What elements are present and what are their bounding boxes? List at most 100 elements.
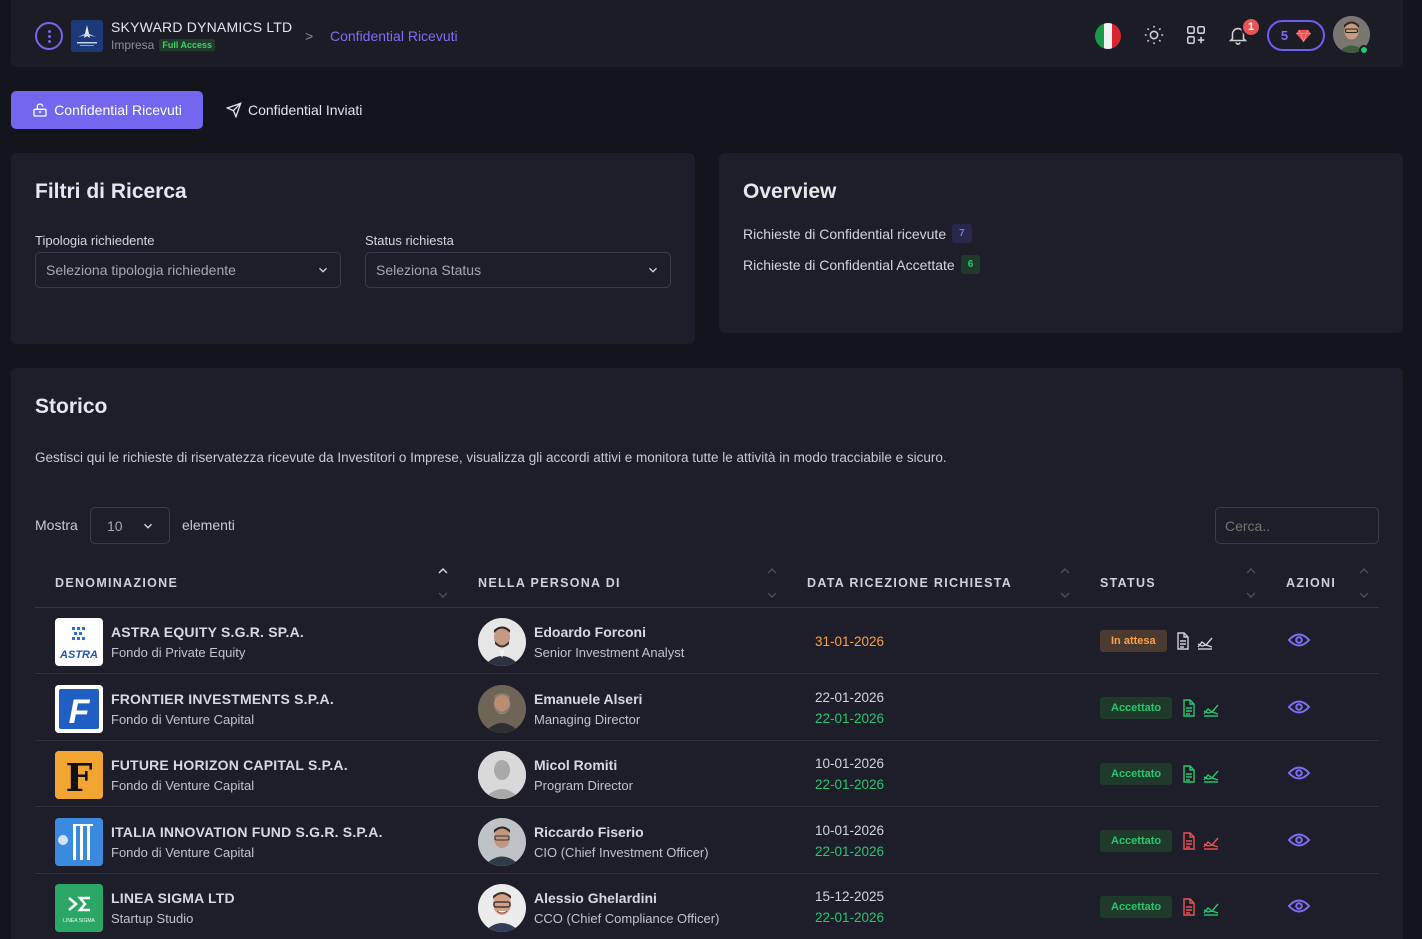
- person-role: Managing Director: [534, 712, 641, 727]
- company-name: ASTRA EQUITY S.G.R. SP.A.: [111, 624, 305, 640]
- status-badge: Accettato: [1100, 830, 1173, 852]
- col-status[interactable]: STATUS: [1100, 576, 1156, 590]
- sort-icon[interactable]: [1246, 568, 1256, 598]
- sort-icon[interactable]: [438, 568, 448, 598]
- accepted-date: 22-01-2026: [815, 777, 885, 792]
- future-horizon-logo: F: [55, 751, 103, 799]
- astra-logo-text: ASTRA: [59, 649, 98, 661]
- request-date: 22-01-2026: [815, 690, 885, 705]
- person-avatar: [478, 618, 526, 666]
- col-denominazione[interactable]: DENOMINAZIONE: [55, 576, 178, 590]
- credits-pill[interactable]: 5: [1267, 20, 1325, 51]
- company-type: Fondo di Private Equity: [111, 645, 246, 660]
- accepted-date: 22-01-2026: [815, 711, 885, 726]
- top-navbar: SKYWARD DYNAMICS LTD Impresa Full Access…: [11, 0, 1403, 67]
- person-avatar: [478, 884, 526, 932]
- storico-card: Storico Gestisci qui le richieste di ris…: [11, 368, 1403, 939]
- person-avatar: [478, 818, 526, 866]
- person-name: Riccardo Fiserio: [534, 824, 644, 840]
- theme-toggle-icon[interactable]: [1141, 22, 1167, 48]
- access-badge: Full Access: [159, 39, 216, 51]
- person-name: Micol Romiti: [534, 757, 618, 773]
- breadcrumb-separator: >: [305, 28, 314, 44]
- analytics-icon[interactable]: [1202, 765, 1220, 783]
- page-length-select[interactable]: 10: [90, 507, 170, 544]
- status-badge: Accettato: [1100, 763, 1173, 785]
- table-row[interactable]: LINEA SIGMA LINEA SIGMA LTD Startup Stud…: [35, 874, 1379, 939]
- frontier-logo: F: [55, 685, 103, 733]
- italia-innovation-logo: [55, 818, 103, 866]
- accepted-date: 22-01-2026: [815, 844, 885, 859]
- document-icon[interactable]: [1181, 898, 1197, 916]
- tipologia-label: Tipologia richiedente: [35, 233, 155, 248]
- company-logo: [71, 20, 103, 52]
- view-eye-icon[interactable]: [1288, 699, 1310, 715]
- accepted-count-badge: 6: [960, 255, 981, 274]
- credits-count: 5: [1280, 28, 1289, 43]
- analytics-icon[interactable]: [1202, 699, 1220, 717]
- document-icon[interactable]: [1175, 632, 1191, 650]
- status-label: Status richiesta: [365, 233, 454, 248]
- status-badge: Accettato: [1100, 697, 1173, 719]
- table-row[interactable]: ITALIA INNOVATION FUND S.G.R. S.P.A. Fon…: [35, 808, 1379, 874]
- company-name: SKYWARD DYNAMICS LTD: [111, 19, 293, 35]
- col-persona[interactable]: NELLA PERSONA DI: [478, 576, 621, 590]
- received-count-badge: 7: [952, 224, 972, 243]
- online-status-dot: [1359, 45, 1369, 55]
- request-date: 31-01-2026: [815, 634, 885, 649]
- view-eye-icon[interactable]: [1288, 765, 1310, 781]
- breadcrumb[interactable]: Confidential Ricevuti: [330, 28, 458, 44]
- sort-icon[interactable]: [1060, 568, 1070, 598]
- table-row[interactable]: F FRONTIER INVESTMENTS S.P.A. Fondo di V…: [35, 675, 1379, 741]
- notifications-count-badge: 1: [1241, 17, 1261, 37]
- inbox-icon: [33, 103, 47, 117]
- request-date: 10-01-2026: [815, 756, 885, 771]
- view-eye-icon[interactable]: [1288, 832, 1310, 848]
- search-input[interactable]: [1215, 507, 1379, 544]
- sort-icon[interactable]: [1359, 568, 1369, 598]
- analytics-icon[interactable]: [1202, 898, 1220, 916]
- company-name: FRONTIER INVESTMENTS S.P.A.: [111, 691, 334, 707]
- future-logo-text: F: [66, 755, 93, 799]
- company-type: Fondo di Venture Capital: [111, 845, 255, 860]
- table-row[interactable]: F FUTURE HORIZON CAPITAL S.P.A. Fondo di…: [35, 741, 1379, 807]
- sort-icon[interactable]: [767, 568, 777, 598]
- overview-card: Overview Richieste di Confidential ricev…: [719, 153, 1403, 333]
- table-row[interactable]: ASTRA ASTRA EQUITY S.G.R. SP.A. Fondo di…: [35, 608, 1379, 674]
- tab-confidential-inviati[interactable]: Confidential Inviati: [218, 91, 370, 129]
- person-role: Senior Investment Analyst: [534, 645, 685, 660]
- more-menu-button[interactable]: [35, 22, 63, 50]
- person-role: Program Director: [534, 778, 633, 793]
- linea-sigma-logo: LINEA SIGMA: [55, 884, 103, 932]
- filters-card: Filtri di Ricerca Tipologia richiedente …: [11, 153, 695, 344]
- analytics-icon[interactable]: [1202, 832, 1220, 850]
- accepted-date: 22-01-2026: [815, 910, 885, 925]
- document-icon[interactable]: [1181, 832, 1197, 850]
- request-date: 15-12-2025: [815, 889, 885, 904]
- overview-title: Overview: [743, 180, 837, 203]
- frontier-logo-text: F: [69, 693, 91, 731]
- tab-label: Confidential Inviati: [248, 102, 363, 118]
- company-subtitle: Impresa Full Access: [111, 38, 216, 52]
- col-data[interactable]: DATA RICEZIONE RICHIESTA: [807, 576, 1012, 590]
- view-eye-icon[interactable]: [1288, 898, 1310, 914]
- document-icon[interactable]: [1181, 699, 1197, 717]
- view-eye-icon[interactable]: [1288, 632, 1310, 648]
- italy-flag-icon[interactable]: [1095, 23, 1121, 49]
- person-avatar-placeholder: [478, 751, 526, 799]
- company-type: Startup Studio: [111, 911, 194, 926]
- document-icon[interactable]: [1181, 765, 1197, 783]
- storico-title: Storico: [35, 395, 108, 418]
- tab-confidential-ricevuti[interactable]: Confidential Ricevuti: [11, 91, 203, 129]
- show-label: Mostra: [35, 517, 78, 533]
- filters-title: Filtri di Ricerca: [35, 180, 187, 203]
- analytics-icon[interactable]: [1196, 632, 1214, 650]
- accepted-label: Richieste di Confidential Accettate: [743, 256, 955, 273]
- tipologia-select[interactable]: Seleziona tipologia richiedente: [35, 252, 341, 288]
- tipologia-placeholder: Seleziona tipologia richiedente: [46, 262, 236, 278]
- status-select[interactable]: Seleziona Status: [365, 252, 671, 288]
- apps-grid-icon[interactable]: [1183, 22, 1209, 48]
- company-name: FUTURE HORIZON CAPITAL S.P.A.: [111, 757, 348, 773]
- chevron-down-icon: [319, 267, 327, 273]
- company-name: ITALIA INNOVATION FUND S.G.R. S.P.A.: [111, 824, 383, 840]
